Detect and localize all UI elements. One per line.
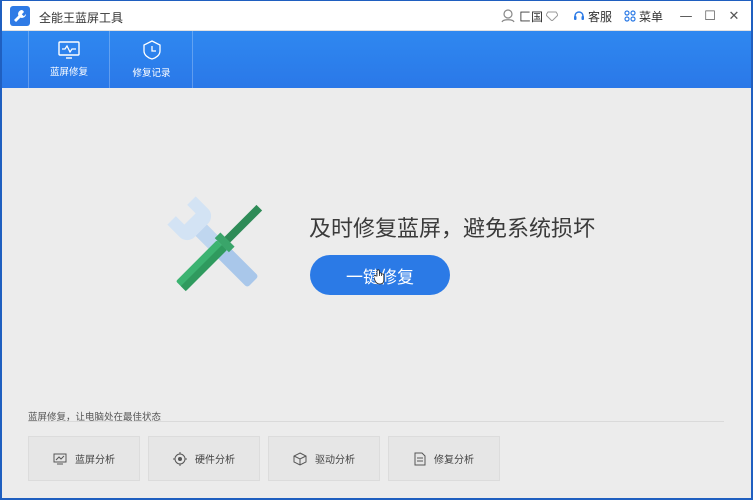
slogan-heading: 及时修复蓝屏，避免系统损坏 bbox=[309, 217, 596, 242]
tab-label: 蓝屏修复 bbox=[49, 67, 88, 78]
feature-label: 硬件分析 bbox=[195, 455, 235, 466]
tab-repair-record[interactable]: 修复记录 bbox=[111, 31, 193, 88]
feature-label: 驱动分析 bbox=[315, 455, 355, 466]
close-button[interactable]: ✕ bbox=[723, 1, 745, 31]
monitor-icon bbox=[58, 41, 80, 59]
hardware-icon bbox=[173, 451, 187, 466]
feature-bluescreen-analysis[interactable]: 蓝屏分析 bbox=[28, 436, 140, 481]
minimize-button[interactable]: — bbox=[675, 1, 697, 31]
feature-repair-analysis[interactable]: 修复分析 bbox=[388, 436, 500, 481]
app-window: 全能王蓝屏工具 匚国 客服 菜单 — ☐ ✕ 蓝屏修复 修复记录 及时修复蓝屏，… bbox=[2, 1, 751, 498]
divider bbox=[28, 421, 724, 422]
maximize-button[interactable]: ☐ bbox=[699, 1, 721, 31]
service-label: 客服 bbox=[587, 9, 612, 24]
feature-label: 蓝屏分析 bbox=[75, 455, 115, 466]
avatar-icon bbox=[501, 9, 515, 23]
chart-screen-icon bbox=[53, 453, 67, 464]
headset-icon bbox=[573, 11, 584, 20]
tab-bluescreen-repair[interactable]: 蓝屏修复 bbox=[28, 31, 110, 88]
diamond-icon bbox=[545, 11, 558, 21]
menu-button[interactable]: 菜单 bbox=[624, 8, 663, 25]
driver-cube-icon bbox=[293, 451, 307, 466]
service-button[interactable]: 客服 bbox=[573, 8, 612, 25]
title-bar: 全能王蓝屏工具 匚国 客服 菜单 — ☐ ✕ bbox=[2, 1, 751, 31]
document-icon bbox=[414, 452, 426, 465]
user-label: 匚国 bbox=[518, 9, 543, 24]
tab-label: 修复记录 bbox=[132, 68, 171, 79]
wrench-screwdriver-icon bbox=[167, 196, 263, 292]
menu-label: 菜单 bbox=[638, 9, 663, 24]
clock-record-icon bbox=[142, 40, 161, 60]
feature-driver-analysis[interactable]: 驱动分析 bbox=[268, 436, 380, 481]
user-account[interactable]: 匚国 bbox=[500, 8, 561, 25]
hand-cursor-icon bbox=[374, 269, 385, 285]
app-title: 全能王蓝屏工具 bbox=[39, 11, 124, 25]
feature-label: 修复分析 bbox=[434, 455, 474, 466]
feature-hardware-analysis[interactable]: 硬件分析 bbox=[148, 436, 260, 481]
main-toolbar: 蓝屏修复 修复记录 bbox=[2, 31, 751, 88]
app-logo-icon bbox=[10, 6, 30, 26]
menu-grid-icon bbox=[624, 10, 636, 22]
